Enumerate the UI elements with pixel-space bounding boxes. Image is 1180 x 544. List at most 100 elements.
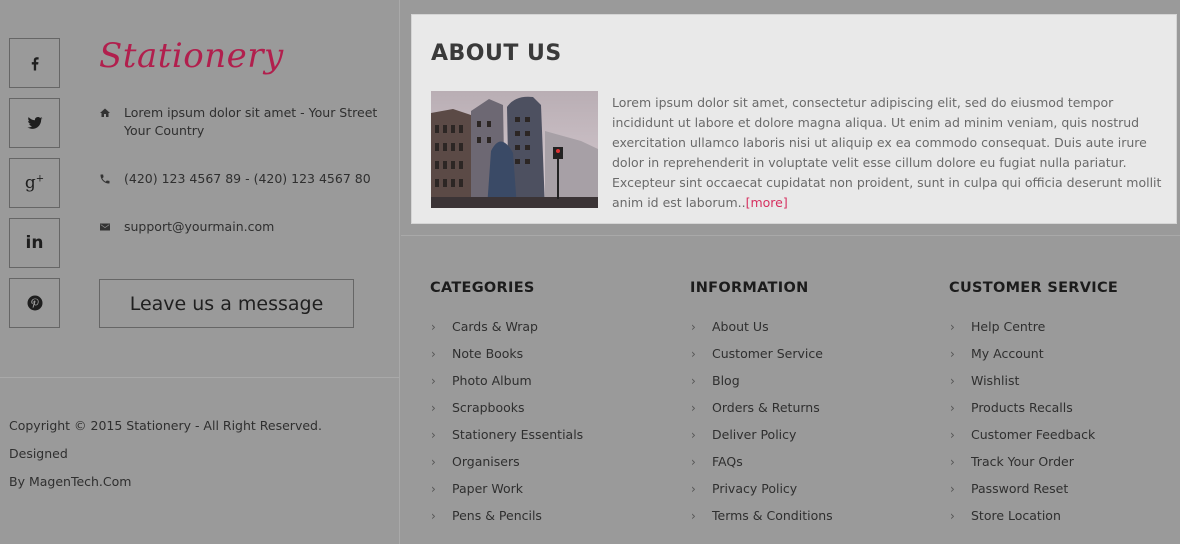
footer-left-column: g+ in Stationery Lorem ipsum dolor sit a…	[0, 0, 400, 544]
information-column: INFORMATION › About Us › Customer Service …	[690, 280, 930, 529]
link-text[interactable]: Photo Album	[452, 373, 532, 388]
list-item[interactable]: › Terms & Conditions	[690, 502, 930, 529]
list-item[interactable]: › Stationery Essentials	[430, 421, 670, 448]
link-text[interactable]: Track Your Order	[971, 454, 1074, 469]
brand-logo[interactable]: Stationery	[99, 36, 284, 76]
chevron-right-icon: ›	[950, 319, 955, 334]
chevron-right-icon: ›	[691, 508, 696, 523]
chevron-right-icon: ›	[431, 481, 436, 496]
about-us-body: Lorem ipsum dolor sit amet, consectetur …	[612, 95, 1162, 210]
copyright-text: Copyright © 2015 Stationery - All Right …	[9, 412, 379, 496]
link-text[interactable]: Paper Work	[452, 481, 523, 496]
link-text[interactable]: My Account	[971, 346, 1044, 361]
list-item[interactable]: › Deliver Policy	[690, 421, 930, 448]
list-item[interactable]: › Orders & Returns	[690, 394, 930, 421]
chevron-right-icon: ›	[691, 481, 696, 496]
link-text[interactable]: Privacy Policy	[712, 481, 797, 496]
categories-column: CATEGORIES › Cards & Wrap › Note Books › Ph…	[430, 280, 670, 529]
link-text[interactable]: Terms & Conditions	[712, 508, 833, 523]
list-item[interactable]: › Pens & Pencils	[430, 502, 670, 529]
link-text[interactable]: Note Books	[452, 346, 523, 361]
list-item[interactable]: › Customer Service	[690, 340, 930, 367]
list-item[interactable]: › Photo Album	[430, 367, 670, 394]
google-plus-button[interactable]: g+	[9, 158, 60, 208]
chevron-right-icon: ›	[950, 508, 955, 523]
link-text[interactable]: Organisers	[452, 454, 520, 469]
link-text[interactable]: Orders & Returns	[712, 400, 820, 415]
list-item[interactable]: › Track Your Order	[949, 448, 1180, 475]
link-text[interactable]: Store Location	[971, 508, 1061, 523]
email-link[interactable]: support@yourmain.com	[124, 218, 274, 236]
chevron-right-icon: ›	[691, 427, 696, 442]
link-text[interactable]: About Us	[712, 319, 769, 334]
chevron-right-icon: ›	[950, 481, 955, 496]
list-item[interactable]: › About Us	[690, 313, 930, 340]
chevron-right-icon: ›	[431, 373, 436, 388]
list-item[interactable]: › Privacy Policy	[690, 475, 930, 502]
contact-address: Lorem ipsum dolor sit amet - Your Street…	[99, 104, 377, 140]
chevron-right-icon: ›	[431, 454, 436, 469]
customer-service-title: CUSTOMER SERVICE	[949, 280, 1119, 296]
chevron-right-icon: ›	[431, 427, 436, 442]
list-item[interactable]: › Help Centre	[949, 313, 1180, 340]
link-text[interactable]: FAQs	[712, 454, 743, 469]
chevron-right-icon: ›	[431, 508, 436, 523]
address-line-1: Lorem ipsum dolor sit amet - Your Street	[124, 105, 378, 120]
link-text[interactable]: Customer Feedback	[971, 427, 1095, 442]
list-item[interactable]: › Scrapbooks	[430, 394, 670, 421]
list-item[interactable]: › FAQs	[690, 448, 930, 475]
linkedin-icon: in	[25, 233, 44, 253]
contact-phone: (420) 123 4567 89 - (420) 123 4567 80	[99, 170, 371, 190]
list-item[interactable]: › Blog	[690, 367, 930, 394]
phone-numbers: (420) 123 4567 89 - (420) 123 4567 80	[124, 171, 371, 186]
list-item[interactable]: › Note Books	[430, 340, 670, 367]
facebook-icon	[31, 57, 39, 71]
link-text[interactable]: Help Centre	[971, 319, 1045, 334]
list-item[interactable]: › Customer Feedback	[949, 421, 1180, 448]
list-item[interactable]: › Products Recalls	[949, 394, 1180, 421]
link-text[interactable]: Cards & Wrap	[452, 319, 538, 334]
chevron-right-icon: ›	[691, 373, 696, 388]
chevron-right-icon: ›	[691, 400, 696, 415]
list-item[interactable]: › Organisers	[430, 448, 670, 475]
link-text[interactable]: Customer Service	[712, 346, 823, 361]
link-text[interactable]: Blog	[712, 373, 740, 388]
list-item[interactable]: › My Account	[949, 340, 1180, 367]
more-link[interactable]: [more]	[746, 195, 788, 210]
chevron-right-icon: ›	[431, 346, 436, 361]
link-text[interactable]: Products Recalls	[971, 400, 1073, 415]
link-text[interactable]: Wishlist	[971, 373, 1019, 388]
customer-service-column: CUSTOMER SERVICE › Help Centre › My Accoun…	[949, 280, 1180, 529]
categories-title: CATEGORIES	[430, 280, 535, 296]
link-text[interactable]: Deliver Policy	[712, 427, 796, 442]
divider	[0, 377, 400, 378]
google-plus-icon: g+	[24, 173, 45, 193]
list-item[interactable]: › Store Location	[949, 502, 1180, 529]
facebook-button[interactable]	[9, 38, 60, 88]
chevron-right-icon: ›	[691, 346, 696, 361]
leave-message-button[interactable]: Leave us a message	[99, 279, 354, 328]
link-text[interactable]: Scrapbooks	[452, 400, 525, 415]
chevron-right-icon: ›	[691, 454, 696, 469]
link-text[interactable]: Password Reset	[971, 481, 1068, 496]
link-text[interactable]: Stationery Essentials	[452, 427, 583, 442]
chevron-right-icon: ›	[431, 400, 436, 415]
chevron-right-icon: ›	[950, 373, 955, 388]
list-item[interactable]: › Password Reset	[949, 475, 1180, 502]
copyright-line-2: By MagenTech.Com	[9, 474, 132, 489]
list-item[interactable]: › Paper Work	[430, 475, 670, 502]
list-item[interactable]: › Cards & Wrap	[430, 313, 670, 340]
about-us-title: ABOUT US	[431, 41, 562, 66]
twitter-button[interactable]	[9, 98, 60, 148]
link-text[interactable]: Pens & Pencils	[452, 508, 542, 523]
phone-icon	[99, 170, 124, 190]
list-item[interactable]: › Wishlist	[949, 367, 1180, 394]
about-us-panel: ABOUT US Lorem ipsum dolor sit amet, con…	[411, 14, 1177, 224]
twitter-icon	[27, 116, 43, 129]
linkedin-button[interactable]: in	[9, 218, 60, 268]
chevron-right-icon: ›	[950, 346, 955, 361]
pinterest-button[interactable]	[9, 278, 60, 328]
chevron-right-icon: ›	[431, 319, 436, 334]
copyright-line-1: Copyright © 2015 Stationery - All Right …	[9, 418, 322, 461]
pinterest-icon	[27, 295, 42, 311]
